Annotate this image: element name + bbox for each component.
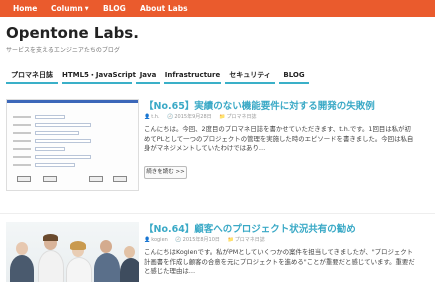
post-author[interactable]: kogien bbox=[151, 237, 168, 243]
post-date: 2015年9月28日 bbox=[174, 114, 212, 120]
nav-column[interactable]: Column ▼ bbox=[51, 0, 89, 17]
nav-blog[interactable]: BLOG bbox=[103, 0, 126, 17]
site-title[interactable]: Opentone Labs. bbox=[6, 24, 139, 42]
excerpt-line: こんにちは。今回、2度目のプロマネ日誌を書かせていただきます、t.h.です。1回… bbox=[144, 125, 411, 133]
top-nav: Home Column ▼ BLOG About Labs bbox=[0, 0, 435, 17]
thumbnail-form-mockup bbox=[13, 110, 133, 184]
nav-about-labs[interactable]: About Labs bbox=[140, 0, 188, 17]
post-thumbnail-photo[interactable] bbox=[6, 222, 139, 282]
excerpt-line: 身がマネジメントしていたわけではあり… bbox=[144, 144, 266, 152]
post-title[interactable]: 【No.64】顧客へのプロジェクト状況共有の勧め bbox=[144, 221, 356, 235]
post-date: 2015年8月10日 bbox=[182, 237, 220, 243]
category-tab-promane[interactable]: プロマネ日誌 bbox=[6, 68, 58, 84]
excerpt-line: 計画書を作成し顧客の合意を元にプロジェクトを進める"ことが重要だと感じています。… bbox=[144, 257, 415, 266]
site-subtitle: サービスを支えるエンジニアたちのブログ bbox=[6, 47, 120, 54]
post-excerpt: こんにちは。今回、2度目のプロマネ日誌を書かせていただきます、t.h.です。1回… bbox=[144, 125, 432, 154]
post-title[interactable]: 【No.65】実績のない機能要件に対する開発の失敗例 bbox=[144, 98, 375, 112]
read-more-button[interactable]: 続きを読む >> bbox=[144, 166, 187, 179]
post-category[interactable]: プロマネ日誌 bbox=[226, 114, 256, 120]
clock-icon: 🕘 bbox=[167, 114, 174, 120]
post-excerpt: こんにちはKoglenです。私がPMとしていくつかの案件を担当してきましたが、"… bbox=[144, 248, 432, 277]
nav-column-label: Column bbox=[51, 4, 83, 13]
clock-icon: 🕘 bbox=[175, 237, 182, 243]
category-tab-infrastructure[interactable]: Infrastructure bbox=[164, 68, 221, 84]
chevron-down-icon: ▼ bbox=[84, 6, 89, 12]
category-tab-java[interactable]: Java bbox=[136, 68, 160, 84]
post-divider bbox=[0, 213, 435, 214]
excerpt-line: と感じた理由は… bbox=[144, 267, 196, 275]
post-meta: 👤t.h. 🕘2015年9月28日 📁プロマネ日誌 bbox=[144, 113, 257, 120]
excerpt-line: こんにちはKoglenです。私がPMとしていくつかの案件を担当してきましたが、"… bbox=[144, 248, 414, 256]
thumbnail-header-bar bbox=[7, 100, 138, 103]
post-category[interactable]: プロマネ日誌 bbox=[235, 237, 265, 243]
folder-icon: 📁 bbox=[219, 114, 226, 120]
post-author[interactable]: t.h. bbox=[151, 114, 159, 120]
folder-icon: 📁 bbox=[227, 237, 234, 243]
user-icon: 👤 bbox=[144, 237, 151, 243]
post-thumbnail-screenshot[interactable] bbox=[6, 99, 139, 191]
excerpt-line: めてPLとして一つのプロジェクトの管理を実施した時のエピソードを書きました。今回… bbox=[144, 134, 414, 143]
category-tab-security[interactable]: セキュリティ bbox=[225, 68, 275, 84]
category-tab-blog[interactable]: BLOG bbox=[279, 68, 309, 84]
post-meta: 👤kogien 🕘2015年8月10日 📁プロマネ日誌 bbox=[144, 236, 265, 243]
user-icon: 👤 bbox=[144, 114, 151, 120]
category-tab-html5[interactable]: HTML5・JavaScript bbox=[62, 68, 136, 84]
nav-home[interactable]: Home bbox=[13, 0, 37, 17]
